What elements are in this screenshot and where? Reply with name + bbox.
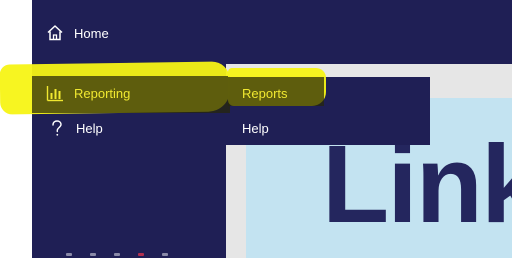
submenu-item-reports[interactable]: Reports (242, 86, 288, 101)
footer-dot (114, 253, 120, 256)
footer-dot (138, 253, 144, 256)
sidebar-item-home-label: Home (74, 25, 109, 41)
sidebar-item-home[interactable]: Home (46, 24, 109, 42)
footer-dot (90, 253, 96, 256)
sidebar-item-help[interactable]: Help (48, 119, 103, 137)
sidebar-item-help-label: Help (76, 120, 103, 136)
bar-chart-icon (46, 84, 64, 102)
submenu-item-help[interactable]: Help (242, 121, 269, 136)
question-icon (48, 119, 66, 137)
footer-dot (162, 253, 168, 256)
sidebar-footer-dots (66, 253, 168, 256)
sidebar-item-reporting-label: Reporting (74, 85, 131, 101)
sidebar-item-reporting[interactable]: Reporting (46, 84, 130, 102)
brand-logo-text: Link (322, 123, 512, 246)
app-window: Link Home Reporting Help Reports Help (0, 0, 512, 258)
home-icon (46, 24, 64, 42)
footer-dot (66, 253, 72, 256)
